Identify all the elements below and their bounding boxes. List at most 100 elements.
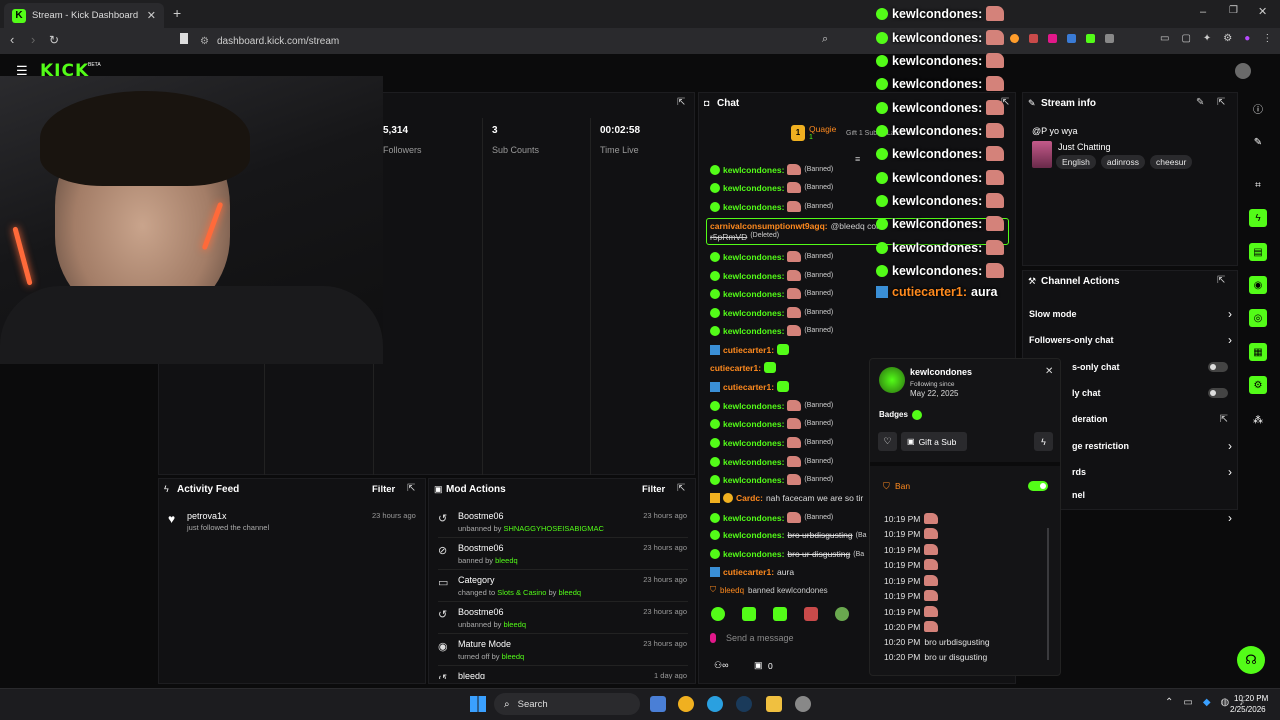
chat-username[interactable]: kewlcondones:: [723, 530, 784, 540]
chat-username[interactable]: kewlcondones:: [723, 438, 784, 448]
chat-message[interactable]: kewlcondones: (Banned): [710, 474, 833, 485]
apps-icon[interactable]: ⁂: [1249, 411, 1267, 429]
mod-action-item[interactable]: ◉ Mature Mode turned off by bleedq 23 hours…: [438, 639, 693, 666]
chevron-right-icon[interactable]: ›: [1228, 307, 1232, 321]
mod-action-item[interactable]: ↺ Boostme06 unbanned by SHNAGGYHOSEISABIGM…: [438, 511, 693, 538]
chat-message[interactable]: kewlcondones: (Banned): [710, 456, 833, 467]
chat-message[interactable]: kewlcondones: (Banned): [710, 512, 833, 523]
toggle-switch[interactable]: [1208, 388, 1228, 398]
new-tab-button[interactable]: +: [173, 5, 181, 21]
taskbar-search[interactable]: ⌕ Search: [494, 693, 640, 715]
chat-message[interactable]: kewlcondones: (Banned): [710, 307, 833, 318]
chat-message[interactable]: kewlcondones: (Banned): [710, 164, 833, 175]
category-name[interactable]: Just Chatting: [1058, 142, 1111, 152]
chat-username[interactable]: kewlcondones:: [723, 326, 784, 336]
gift-icon[interactable]: ▣: [754, 660, 763, 671]
mod-action-by[interactable]: bleedq: [559, 588, 582, 597]
mod-action-item[interactable]: ↺ bleedq 1 day ago: [438, 671, 693, 679]
chat-message[interactable]: cutiecarter1: aura: [710, 567, 794, 577]
chat-bubble-icon[interactable]: ◉: [1249, 276, 1267, 294]
tool-icon[interactable]: ⚙: [1249, 376, 1267, 394]
mod-action-title[interactable]: Category: [458, 575, 581, 585]
mic-icon[interactable]: [710, 633, 716, 643]
mod-action-title[interactable]: Boostme06: [458, 607, 526, 617]
bookmark-icon[interactable]: [180, 33, 188, 44]
emote-bar[interactable]: [711, 607, 849, 621]
crop-icon[interactable]: ⌗: [1249, 176, 1267, 194]
tab-close-icon[interactable]: ✕: [147, 9, 156, 22]
pen-icon[interactable]: ✎: [1249, 133, 1267, 151]
chat-username[interactable]: kewlcondones:: [723, 475, 784, 485]
chat-message[interactable]: kewlcondones: bro ur disgusting (Ba: [710, 549, 864, 559]
mod-action-by[interactable]: bleedq: [503, 620, 526, 629]
activity-popout-icon[interactable]: ⇱: [407, 483, 415, 494]
chat-message[interactable]: kewlcondones: (Banned): [710, 270, 833, 281]
chat-username[interactable]: kewlcondones:: [723, 165, 784, 175]
close-window-icon[interactable]: ✕: [1258, 5, 1267, 18]
tag[interactable]: adinross: [1100, 155, 1146, 169]
channel-action-item[interactable]: nel: [1072, 488, 1232, 502]
back-icon[interactable]: ‹: [10, 32, 14, 47]
chevron-right-icon[interactable]: ›: [1228, 439, 1232, 453]
popout-icon[interactable]: ⇱: [677, 97, 685, 108]
chat-settings-icon[interactable]: ≡: [855, 154, 860, 164]
stream-info-popout-icon[interactable]: ⇱: [1217, 97, 1225, 108]
chat-message[interactable]: Cardc: nah facecam we are so tir: [710, 493, 863, 503]
chat-username[interactable]: kewlcondones:: [723, 271, 784, 281]
chat-username[interactable]: cutiecarter1:: [723, 345, 774, 355]
chevron-right-icon[interactable]: ›: [1228, 511, 1232, 525]
telegram-icon[interactable]: [707, 696, 723, 712]
chat-username[interactable]: Cardc:: [736, 493, 763, 503]
tag[interactable]: cheesur: [1150, 155, 1193, 169]
chat-username[interactable]: cutiecarter1:: [710, 363, 761, 373]
app-icon[interactable]: [795, 696, 811, 712]
chat-username[interactable]: cutiecarter1:: [723, 567, 774, 577]
clock-date[interactable]: 2/25/2026: [1230, 705, 1266, 714]
chat-message[interactable]: kewlcondones: (Banned): [710, 418, 833, 429]
chat-message[interactable]: kewlcondones: (Banned): [710, 182, 833, 193]
info-icon[interactable]: ⓘ: [1249, 99, 1267, 117]
mod-action-category[interactable]: Slots & Casino: [497, 588, 546, 597]
tag[interactable]: English: [1056, 155, 1096, 169]
channel-action-item[interactable]: ge restriction ›: [1072, 439, 1232, 453]
pinned-gifter[interactable]: 1 Quagie 1: [791, 124, 836, 141]
reload-icon[interactable]: ↻: [49, 33, 59, 47]
popup-username[interactable]: kewlcondones: [910, 367, 972, 377]
mod-action-item[interactable]: ↺ Boostme06 unbanned by bleedq 23 hours ago: [438, 607, 693, 634]
broadcast-icon[interactable]: ◎: [1249, 309, 1267, 327]
channel-action-item[interactable]: Followers-only chat ›: [1029, 333, 1232, 347]
edit-icon[interactable]: ✎: [1196, 97, 1204, 108]
chevron-right-icon[interactable]: ›: [1228, 465, 1232, 479]
chat-message[interactable]: kewlcondones: (Banned): [710, 325, 833, 336]
channel-action-item[interactable]: s-only chat: [1072, 360, 1232, 374]
ban-toggle[interactable]: [1028, 481, 1048, 491]
zoom-icon[interactable]: ⌕: [822, 33, 828, 46]
chevron-right-icon[interactable]: ›: [1228, 333, 1232, 347]
channel-action-item[interactable]: ly chat: [1072, 386, 1232, 400]
extension-icons[interactable]: [1010, 34, 1114, 43]
chat-username[interactable]: cutiecarter1:: [723, 382, 774, 392]
chat-message[interactable]: kewlcondones: (Banned): [710, 201, 833, 212]
chat-message[interactable]: kewlcondones: (Banned): [710, 251, 833, 262]
mod-action-by[interactable]: bleedq: [502, 652, 525, 661]
chat-username[interactable]: kewlcondones:: [723, 419, 784, 429]
mod-action-title[interactable]: Boostme06: [458, 511, 604, 521]
mod-popout-icon[interactable]: ⇱: [677, 483, 685, 494]
app-icon[interactable]: [650, 696, 666, 712]
channel-action-item[interactable]: ›: [1072, 511, 1232, 525]
mod-action-by[interactable]: bleedq: [495, 556, 518, 565]
chat-username[interactable]: kewlcondones:: [723, 183, 784, 193]
activity-filter[interactable]: Filter: [372, 484, 395, 495]
lightning-icon[interactable]: ϟ: [1249, 209, 1267, 227]
support-icon[interactable]: ☊: [1237, 646, 1265, 674]
gift-sub-button[interactable]: ▣ Gift a Sub: [901, 432, 967, 451]
channel-actions-popout-icon[interactable]: ⇱: [1217, 275, 1225, 286]
chat-username[interactable]: carnivalconsumptionwt9agq:: [710, 221, 828, 231]
chat-username[interactable]: kewlcondones:: [723, 202, 784, 212]
mod-action-item[interactable]: ⊘ Boostme06 banned by bleedq 23 hours ago: [438, 543, 693, 570]
browser-toolbar-icons[interactable]: ▭ ▢ ✦ ⚙ ● ⋮: [1160, 33, 1272, 44]
follow-heart-button[interactable]: ♡: [878, 432, 897, 451]
url-field[interactable]: ⚙ dashboard.kick.com/stream: [200, 31, 900, 51]
chat-message[interactable]: kewlcondones: (Banned): [710, 400, 833, 411]
avatar[interactable]: [1235, 63, 1251, 79]
